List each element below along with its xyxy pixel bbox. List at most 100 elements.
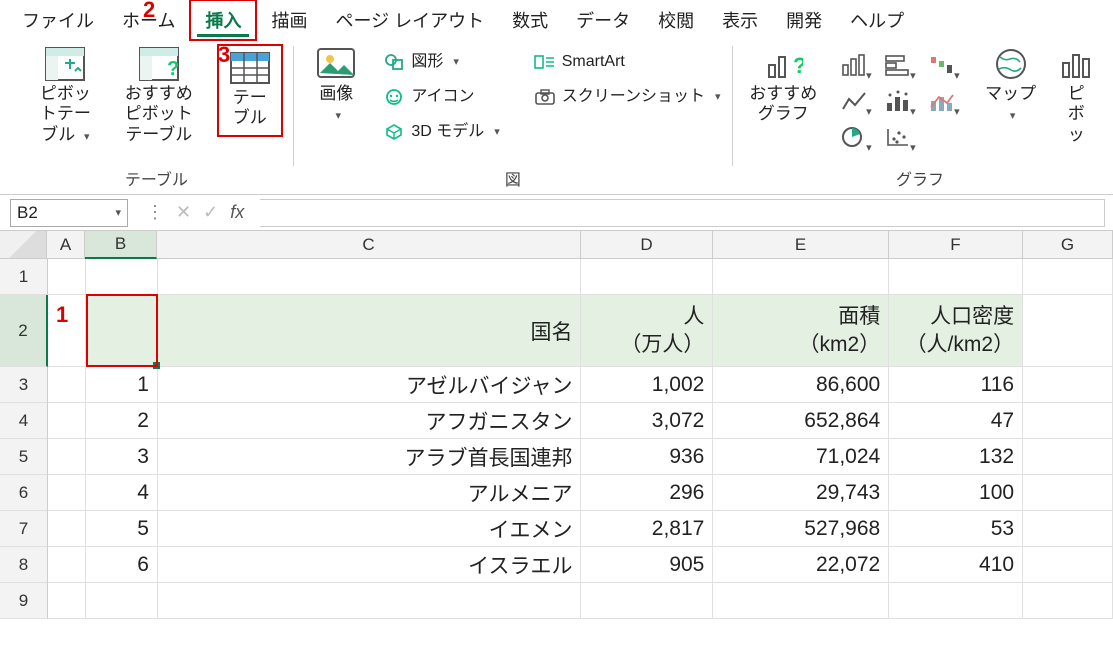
cell-area[interactable]: 652,864 (713, 403, 889, 439)
3d-models-button[interactable]: 3D モデル▾ (381, 120, 501, 145)
cell-pop[interactable]: 936 (581, 439, 713, 475)
menu-item-0[interactable]: ファイル (8, 1, 108, 39)
menu-item-4[interactable]: ページ レイアウト (321, 1, 498, 39)
cell-area[interactable]: 29,743 (713, 475, 889, 511)
recommended-pivot-button[interactable]: ? おすすめピボットテーブル (113, 44, 205, 147)
cell-area[interactable]: 22,072 (713, 547, 889, 583)
cell-density[interactable]: 116 (889, 367, 1023, 403)
row-header-7[interactable]: 7 (0, 511, 48, 547)
cell[interactable] (581, 583, 713, 619)
chevron-down-icon[interactable]: ▾ (111, 206, 121, 219)
cell[interactable] (889, 583, 1023, 619)
menu-item-10[interactable]: ヘルプ (836, 1, 918, 39)
cell[interactable] (581, 259, 713, 295)
col-header-A[interactable]: A (47, 231, 85, 259)
cell[interactable] (86, 259, 158, 295)
menu-item-8[interactable]: 表示 (708, 1, 772, 39)
cell[interactable] (1023, 511, 1113, 547)
bar-chart-button[interactable]: ▾ (880, 48, 916, 82)
cell-index[interactable]: 2 (86, 403, 158, 439)
dots-icon[interactable]: ⋮ (146, 202, 164, 223)
row-header-5[interactable]: 5 (0, 439, 48, 475)
cell-pop[interactable]: 2,817 (581, 511, 713, 547)
cell[interactable] (713, 259, 889, 295)
cell-area-header[interactable]: 面積（km2） (713, 295, 889, 367)
cell[interactable] (1023, 475, 1113, 511)
cell-pop[interactable]: 3,072 (581, 403, 713, 439)
row-header-6[interactable]: 6 (0, 475, 48, 511)
cell[interactable] (1023, 259, 1113, 295)
menu-item-7[interactable]: 校閲 (644, 1, 708, 39)
menu-item-5[interactable]: 数式 (498, 1, 562, 39)
pivot-chart-button[interactable]: ピボッ (1056, 44, 1097, 147)
cell-area[interactable]: 527,968 (713, 511, 889, 547)
select-all-corner[interactable] (0, 231, 47, 259)
shapes-button[interactable]: 図形▾ (381, 50, 501, 75)
cell-density[interactable]: 410 (889, 547, 1023, 583)
cell-pop-header[interactable]: 人（万人） (581, 295, 713, 367)
pie-chart-button[interactable]: ▾ (836, 120, 872, 154)
recommended-charts-button[interactable]: ? おすすめグラフ (743, 44, 824, 127)
maps-button[interactable]: マップ▾ (978, 44, 1044, 127)
col-header-F[interactable]: F (889, 231, 1023, 259)
menu-item-2[interactable]: 挿入 (189, 0, 257, 41)
row-header-4[interactable]: 4 (0, 403, 48, 439)
fx-icon[interactable]: fx (230, 202, 250, 223)
row-header-3[interactable]: 3 (0, 367, 48, 403)
row-header-9[interactable]: 9 (0, 583, 48, 619)
cell[interactable] (48, 475, 86, 511)
cell[interactable] (158, 259, 582, 295)
cell-index[interactable]: 6 (86, 547, 158, 583)
cell[interactable] (48, 259, 86, 295)
cell[interactable] (713, 583, 889, 619)
cell-index[interactable]: 5 (86, 511, 158, 547)
cell-pop[interactable]: 905 (581, 547, 713, 583)
cell[interactable] (48, 403, 86, 439)
col-header-G[interactable]: G (1023, 231, 1113, 259)
cell[interactable] (1023, 403, 1113, 439)
column-chart-button[interactable]: ▾ (836, 48, 872, 82)
row-header-2[interactable]: 2 (0, 295, 48, 367)
screenshot-button[interactable]: スクリーンショット▾ (532, 85, 723, 110)
menu-item-6[interactable]: データ (562, 1, 644, 39)
cell-country[interactable]: イエメン (158, 511, 582, 547)
cell-density-header[interactable]: 人口密度（人/km2） (889, 295, 1023, 367)
cell[interactable] (48, 547, 86, 583)
cancel-icon[interactable]: ✕ (176, 202, 191, 223)
cell-density[interactable]: 47 (889, 403, 1023, 439)
cell-country[interactable]: イスラエル (158, 547, 582, 583)
cell[interactable] (1023, 295, 1113, 367)
formula-input[interactable] (260, 199, 1105, 227)
cell[interactable] (48, 511, 86, 547)
cell[interactable] (1023, 439, 1113, 475)
menu-item-9[interactable]: 開発 (772, 1, 836, 39)
menu-item-3[interactable]: 描画 (257, 1, 321, 39)
cell[interactable] (48, 439, 86, 475)
smartart-button[interactable]: SmartArt (532, 50, 723, 75)
cell-density[interactable]: 53 (889, 511, 1023, 547)
cell[interactable] (1023, 583, 1113, 619)
row-header-1[interactable]: 1 (0, 259, 48, 295)
col-header-C[interactable]: C (157, 231, 581, 259)
cell-country[interactable]: アフガニスタン (158, 403, 582, 439)
cell-area[interactable]: 71,024 (713, 439, 889, 475)
cell-index[interactable]: 4 (86, 475, 158, 511)
col-header-D[interactable]: D (581, 231, 713, 259)
icons-button[interactable]: アイコン (381, 85, 501, 110)
cell-pop[interactable]: 296 (581, 475, 713, 511)
col-header-E[interactable]: E (713, 231, 889, 259)
cell-density[interactable]: 100 (889, 475, 1023, 511)
cell-pop[interactable]: 1,002 (581, 367, 713, 403)
cell-density[interactable]: 132 (889, 439, 1023, 475)
pivot-table-button[interactable]: ピボットテーブル ▾ (30, 44, 101, 147)
scatter-chart-button[interactable]: ▾ (880, 120, 916, 154)
cell-index[interactable]: 3 (86, 439, 158, 475)
line-chart-button[interactable]: ▾ (836, 84, 872, 118)
cell-country[interactable]: アラブ首長国連邦 (158, 439, 582, 475)
cell-country[interactable]: アルメニア (158, 475, 582, 511)
cell-country-header[interactable]: 国名 (158, 295, 582, 367)
name-box[interactable]: B2 ▾ (10, 199, 128, 227)
cell[interactable] (889, 259, 1023, 295)
cell[interactable] (1023, 547, 1113, 583)
cell[interactable] (158, 583, 582, 619)
